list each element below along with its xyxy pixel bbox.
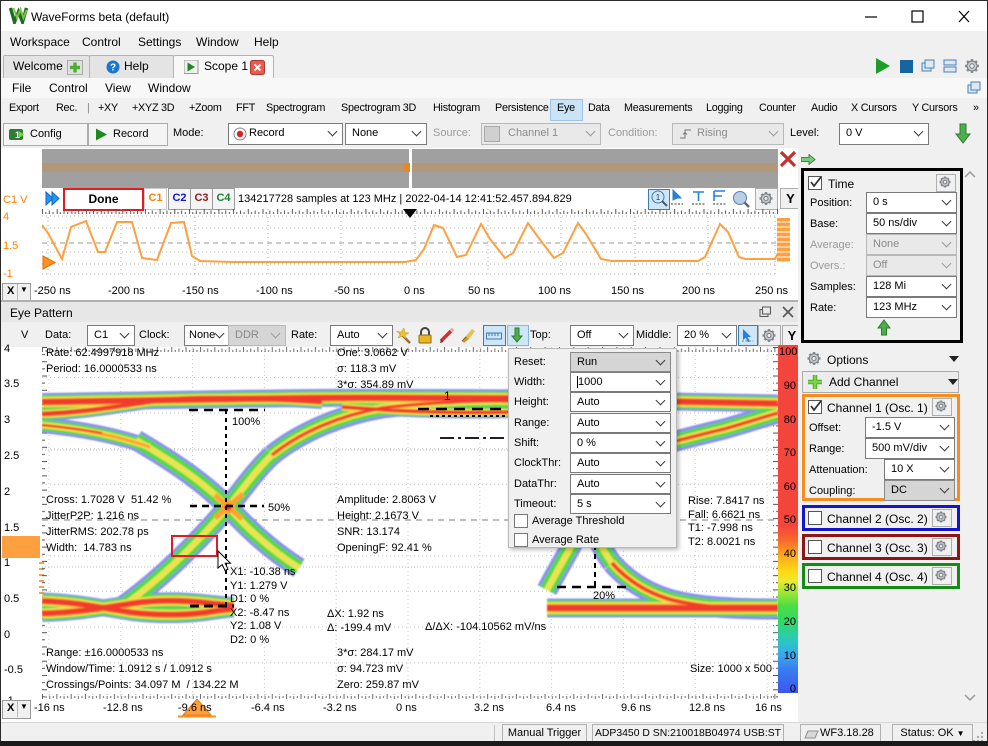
svg-text:1: 1 — [444, 389, 451, 403]
svg-text:100%: 100% — [232, 416, 260, 428]
svg-text:?: ? — [110, 63, 116, 74]
svg-text:1: 1 — [656, 193, 661, 202]
svg-text:50%: 50% — [268, 502, 290, 514]
svg-text:20%: 20% — [593, 590, 615, 602]
